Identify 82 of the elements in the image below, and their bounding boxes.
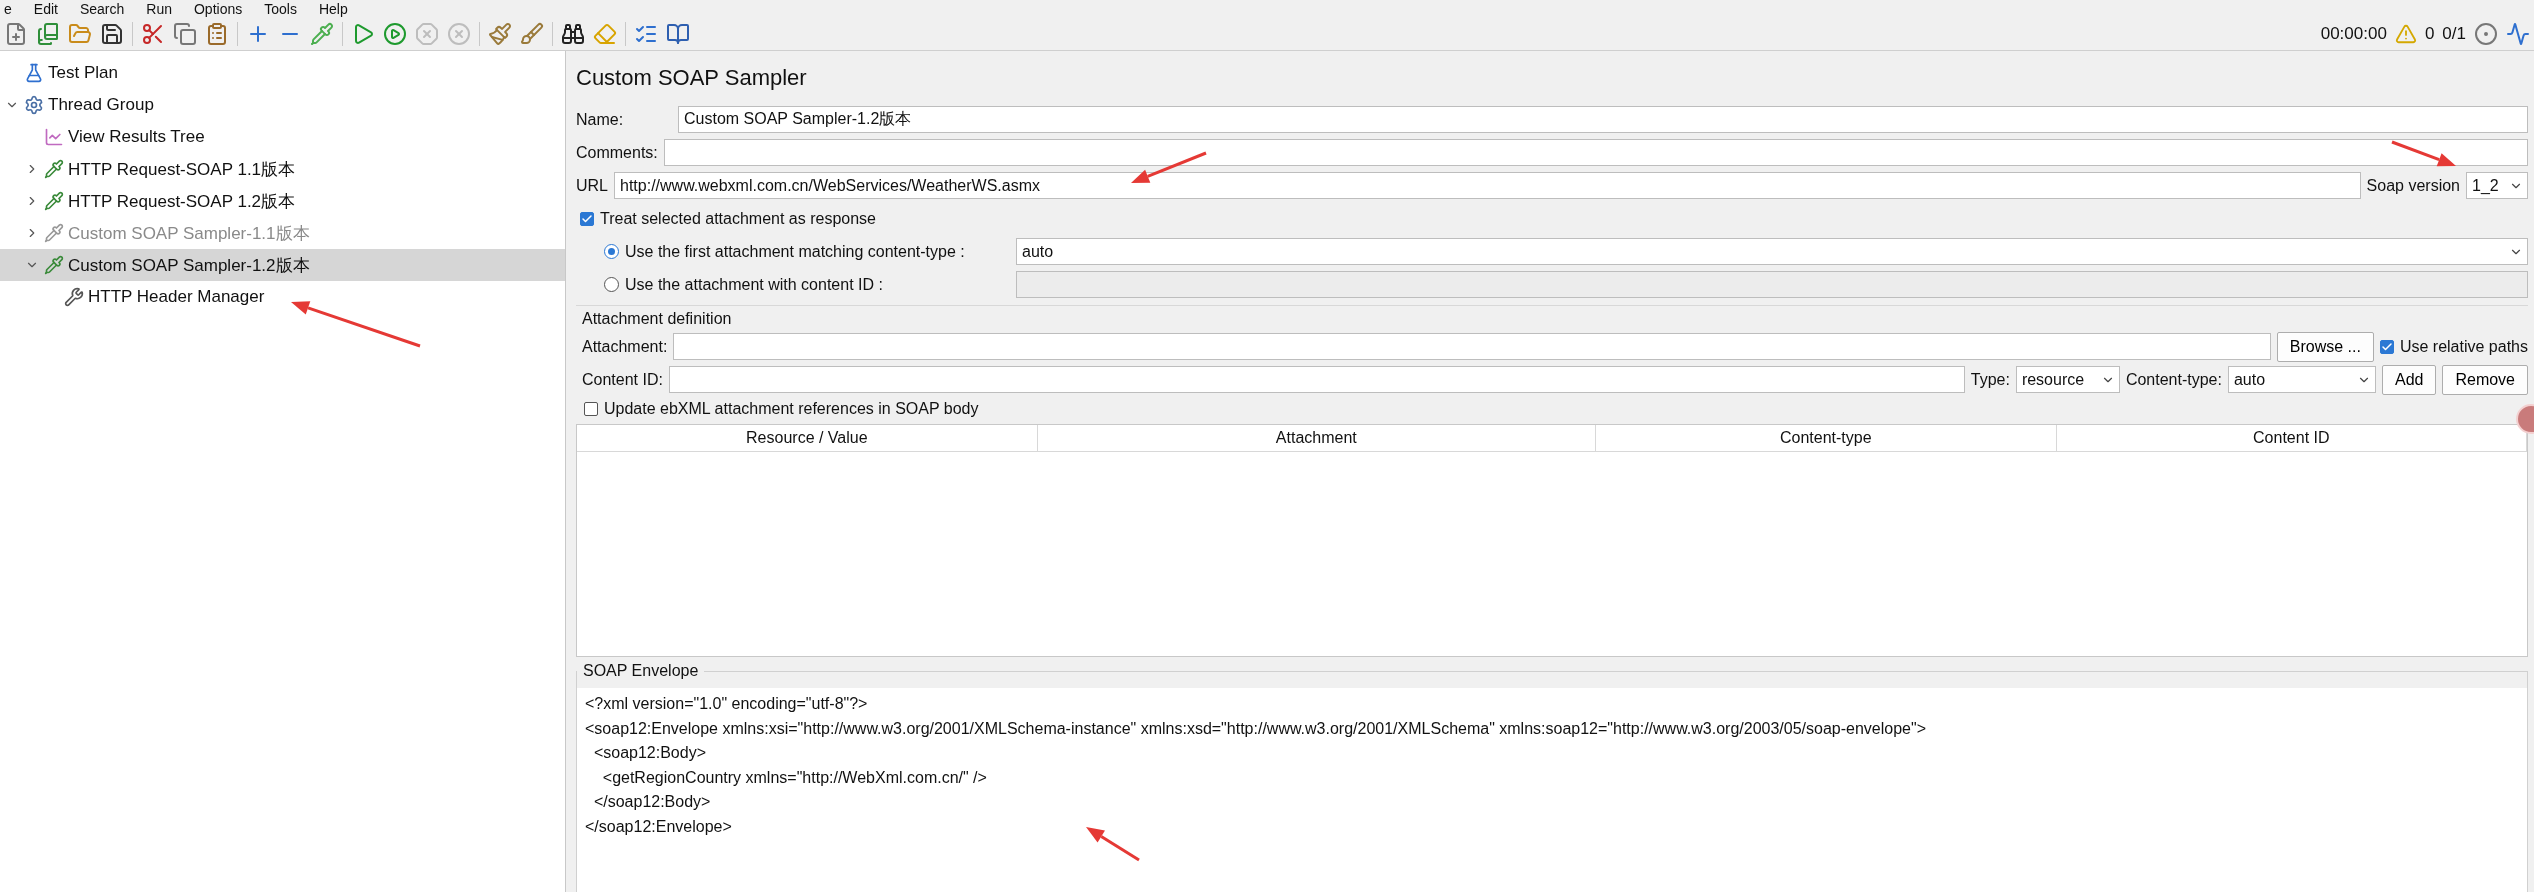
menu-item[interactable]: e: [4, 1, 12, 17]
annotation-arrow: [1086, 827, 1140, 862]
tree-item[interactable]: Test Plan: [0, 57, 565, 89]
play-circle-icon[interactable]: [383, 22, 407, 46]
wrench-icon: [64, 287, 84, 307]
copy-icon[interactable]: [173, 22, 197, 46]
soap-envelope-editor[interactable]: [577, 688, 2527, 892]
help-book-icon[interactable]: [666, 22, 690, 46]
menu-item[interactable]: Options: [193, 1, 243, 17]
checkbox[interactable]: [2379, 339, 2394, 354]
soap-version-dropdown[interactable]: 1_2: [2466, 172, 2528, 199]
open-folder-icon[interactable]: [68, 22, 92, 46]
status-indicator-icon[interactable]: [2474, 22, 2498, 46]
field-label: Type:: [1970, 370, 2010, 389]
name-field[interactable]: Custom SOAP Sampler-1.2版本: [678, 106, 2528, 133]
menu-item[interactable]: Search: [79, 1, 125, 17]
pipette-icon: [44, 159, 64, 179]
checkbox-label: Treat selected attachment as response: [600, 209, 876, 228]
brush-icon[interactable]: [520, 22, 544, 46]
comments-field[interactable]: [663, 139, 2528, 166]
thread-count: 0/1: [2442, 24, 2466, 44]
menu-item[interactable]: Edit: [33, 1, 58, 17]
code-line: <soap12:Body>: [592, 743, 707, 763]
section-title: Attachment definition: [576, 305, 2528, 330]
pipette-icon[interactable]: [310, 22, 334, 46]
checkbox[interactable]: [584, 402, 598, 416]
code-line: </soap12:Envelope>: [585, 816, 733, 837]
browse-button[interactable]: Browse ...: [2276, 331, 2374, 362]
field-label: Content-type:: [2125, 370, 2222, 389]
checkbox[interactable]: [580, 211, 594, 226]
field-label: Soap version: [2366, 176, 2460, 195]
annotation-arrow: [2391, 140, 2456, 167]
radio-button[interactable]: [604, 244, 619, 259]
radio-label: Use the attachment with content ID :: [625, 275, 884, 294]
elapsed-time: 00:00:00: [2320, 24, 2387, 44]
menu-item[interactable]: Tools: [264, 1, 297, 17]
error-count: 0: [2424, 24, 2435, 44]
gear-icon: [24, 95, 44, 115]
broom-icon[interactable]: [488, 22, 512, 46]
field-label: Comments:: [576, 143, 658, 162]
remove-button[interactable]: Remove: [2442, 364, 2528, 395]
field-label: Content ID:: [582, 370, 663, 389]
content-type-dropdown[interactable]: auto: [1016, 238, 2528, 265]
pipette-icon: [44, 255, 64, 275]
panel-title: Custom SOAP Sampler: [576, 64, 808, 92]
pipette-icon: [44, 191, 64, 211]
url-field[interactable]: http://www.webxml.com.cn/WebServices/WeatherWS.asmx: [614, 172, 2361, 199]
tree-item[interactable]: HTTP Request-SOAP 1.1版本: [0, 153, 565, 185]
code-line: <soap12:Envelope xmlns:xsi="http://www.w3.org/2001/XMLSchema-instance" xmlns:xsd="http://www.w3.org/2001/XMLSchema" xmlns:soap12="http://www.w3.org/2003/05/soap-envelope">: [585, 718, 1927, 739]
new-file-icon[interactable]: [4, 22, 28, 46]
code-line: <?xml version="1.0" encoding="utf-8"?>: [585, 694, 869, 714]
content-id-field[interactable]: [1016, 271, 2528, 298]
field-label: URL: [576, 176, 608, 195]
radio-label: Use the first attachment matching content-type :: [625, 242, 966, 261]
clipboard-icon[interactable]: [205, 22, 229, 46]
tree-item[interactable]: HTTP Header Manager: [0, 281, 565, 313]
radio-button[interactable]: [604, 277, 619, 292]
checkbox-label: Update ebXML attachment references in SOAP body: [604, 400, 979, 418]
code-line: <getRegionCountry xmlns="http://WebXml.com.cn/" />: [601, 767, 988, 788]
tree-item[interactable]: Thread Group: [0, 89, 565, 121]
save-icon[interactable]: [100, 22, 124, 46]
chart-icon: [44, 127, 64, 147]
scissors-icon[interactable]: [141, 22, 165, 46]
checkbox-label: Use relative paths: [2399, 337, 2528, 356]
books-icon[interactable]: [36, 22, 60, 46]
field-label: Name:: [576, 110, 625, 129]
tree-item[interactable]: HTTP Request-SOAP 1.2版本: [0, 185, 565, 217]
menu-item[interactable]: Run: [146, 1, 172, 17]
code-line: </soap12:Body>: [592, 792, 712, 812]
content-id-field[interactable]: [668, 366, 1965, 393]
add-button[interactable]: Add: [2381, 364, 2437, 395]
field-label: Attachment:: [582, 337, 668, 356]
attachment-field[interactable]: [673, 333, 2271, 360]
heap-icon[interactable]: [2506, 22, 2530, 46]
tree-item[interactable]: Custom SOAP Sampler-1.2版本: [0, 249, 565, 281]
binoculars-icon[interactable]: [561, 22, 585, 46]
menu-item[interactable]: Help: [318, 1, 348, 17]
flask-icon: [24, 63, 44, 83]
type-dropdown[interactable]: resource: [2015, 366, 2120, 393]
content-type-dropdown[interactable]: auto: [2227, 366, 2376, 393]
pipette-icon: [44, 223, 64, 243]
tree-item[interactable]: View Results Tree: [0, 121, 565, 153]
